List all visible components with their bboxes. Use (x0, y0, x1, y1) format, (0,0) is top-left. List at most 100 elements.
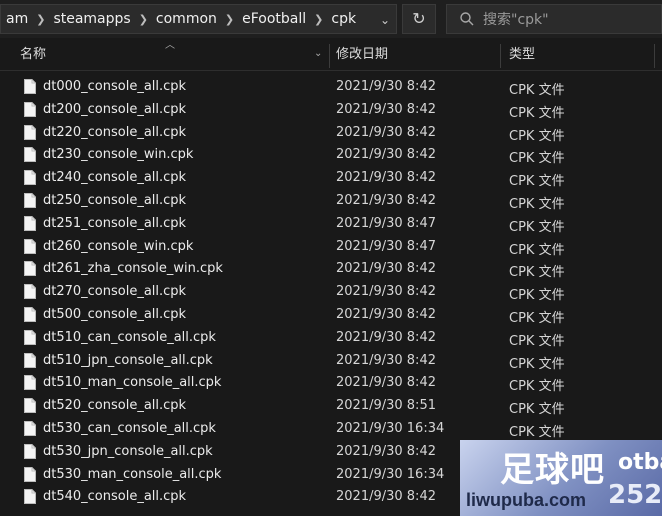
file-row[interactable]: dt260_console_win.cpk 2021/9/30 8:47 CPK… (0, 236, 662, 259)
file-date: 2021/9/30 8:42 (336, 375, 436, 391)
chevron-right-icon[interactable]: ❯ (136, 13, 151, 26)
file-row[interactable]: dt510_man_console_all.cpk 2021/9/30 8:42… (0, 372, 662, 395)
file-date: 2021/9/30 8:42 (336, 170, 436, 186)
file-icon (24, 489, 36, 505)
file-icon (24, 192, 36, 208)
file-date: 2021/9/30 16:34 (336, 466, 445, 482)
refresh-icon[interactable]: ↻ (402, 4, 436, 34)
file-icon (24, 443, 36, 459)
explorer-toolbar: am ❯ steamapps ❯ common ❯ eFootball ❯ cp… (0, 0, 662, 38)
file-name: dt240_console_all.cpk (43, 170, 187, 186)
file-date: 2021/9/30 8:42 (336, 147, 436, 163)
file-date: 2021/9/30 8:42 (336, 192, 436, 208)
breadcrumb-item-root[interactable]: am (1, 11, 33, 27)
file-name: dt510_jpn_console_all.cpk (43, 352, 213, 368)
file-type: CPK 文件 (509, 83, 565, 98)
column-divider[interactable] (654, 44, 655, 68)
file-icon (24, 352, 36, 368)
file-type: CPK 文件 (509, 379, 565, 395)
file-type: CPK 文件 (509, 174, 565, 190)
file-date: 2021/9/30 8:47 (336, 215, 436, 231)
file-type: CPK 文件 (509, 424, 565, 440)
file-icon (24, 466, 36, 482)
file-icon (24, 306, 36, 322)
file-name: dt530_jpn_console_all.cpk (43, 443, 213, 459)
file-name: dt250_console_all.cpk (43, 192, 187, 208)
file-row[interactable]: dt240_console_all.cpk 2021/9/30 8:42 CPK… (0, 167, 662, 190)
file-row[interactable]: dt200_console_all.cpk 2021/9/30 8:42 CPK… (0, 99, 662, 122)
column-divider[interactable] (500, 44, 501, 68)
search-box[interactable]: 搜索"cpk" (446, 4, 662, 34)
file-row[interactable]: dt520_console_all.cpk 2021/9/30 8:51 CPK… (0, 395, 662, 418)
file-icon (24, 79, 36, 94)
column-divider[interactable] (329, 44, 330, 68)
file-name: dt261_zha_console_win.cpk (43, 261, 223, 277)
column-header-type[interactable]: 类型 (509, 40, 629, 70)
file-type: CPK 文件 (509, 402, 565, 418)
file-type: CPK 文件 (509, 288, 565, 304)
file-type: CPK 文件 (509, 265, 565, 281)
file-type: CPK 文件 (509, 356, 565, 372)
file-row[interactable]: dt251_console_all.cpk 2021/9/30 8:47 CPK… (0, 213, 662, 236)
file-icon (24, 215, 36, 231)
file-name: dt230_console_win.cpk (43, 147, 194, 163)
file-icon (24, 420, 36, 436)
file-date: 2021/9/30 8:42 (336, 329, 436, 345)
file-row[interactable]: dt230_console_win.cpk 2021/9/30 8:42 CPK… (0, 144, 662, 167)
file-name: dt500_console_all.cpk (43, 306, 187, 322)
file-icon (24, 170, 36, 186)
breadcrumb-item-cpk[interactable]: cpk (326, 11, 361, 27)
file-date: 2021/9/30 8:47 (336, 238, 436, 254)
file-type: CPK 文件 (509, 196, 565, 212)
file-date: 2021/9/30 8:42 (336, 284, 436, 300)
file-type: CPK 文件 (509, 128, 565, 144)
file-date: 2021/9/30 8:42 (336, 306, 436, 322)
column-header-name[interactable]: 名称 (0, 40, 312, 70)
file-date: 2021/9/30 8:42 (336, 79, 436, 94)
watermark-number: 2520 (608, 480, 662, 510)
file-date: 2021/9/30 8:42 (336, 124, 436, 140)
breadcrumb-item-efootball[interactable]: eFootball (237, 11, 311, 27)
file-date: 2021/9/30 8:42 (336, 443, 436, 459)
file-name: dt220_console_all.cpk (43, 124, 187, 140)
file-date: 2021/9/30 8:42 (336, 101, 436, 117)
file-name: dt530_can_console_all.cpk (43, 420, 216, 436)
file-row[interactable]: dt530_can_console_all.cpk 2021/9/30 16:3… (0, 418, 662, 441)
file-type: CPK 文件 (509, 151, 565, 167)
address-bar[interactable]: am ❯ steamapps ❯ common ❯ eFootball ❯ cp… (0, 4, 397, 34)
file-name: dt530_man_console_all.cpk (43, 466, 222, 482)
watermark-title: 足球吧 (500, 450, 605, 490)
file-icon (24, 124, 36, 140)
search-input[interactable]: 搜索"cpk" (483, 9, 549, 29)
file-row[interactable]: dt510_jpn_console_all.cpk 2021/9/30 8:42… (0, 350, 662, 373)
chevron-right-icon[interactable]: ❯ (222, 13, 237, 26)
file-type: CPK 文件 (509, 333, 565, 349)
file-icon (24, 147, 36, 163)
file-date: 2021/9/30 8:42 (336, 261, 436, 277)
file-type: CPK 文件 (509, 219, 565, 235)
file-date: 2021/9/30 16:34 (336, 420, 445, 436)
file-row[interactable]: dt220_console_all.cpk 2021/9/30 8:42 CPK… (0, 122, 662, 145)
breadcrumb-item-steamapps[interactable]: steamapps (48, 11, 135, 27)
chevron-down-icon[interactable]: ⌄ (314, 48, 322, 59)
chevron-right-icon[interactable]: ❯ (33, 13, 48, 26)
file-name: dt510_can_console_all.cpk (43, 329, 216, 345)
file-date: 2021/9/30 8:51 (336, 398, 436, 414)
watermark-extra: otba (618, 450, 662, 475)
file-row[interactable]: dt250_console_all.cpk 2021/9/30 8:42 CPK… (0, 190, 662, 213)
file-icon (24, 398, 36, 414)
file-type: CPK 文件 (509, 242, 565, 258)
column-header-date[interactable]: 修改日期 (336, 40, 496, 70)
file-row[interactable]: dt261_zha_console_win.cpk 2021/9/30 8:42… (0, 258, 662, 281)
chevron-right-icon[interactable]: ❯ (311, 13, 326, 26)
chevron-down-icon[interactable]: ⌄ (375, 10, 395, 30)
breadcrumb-item-common[interactable]: common (151, 11, 222, 27)
file-type: CPK 文件 (509, 310, 565, 326)
file-name: dt251_console_all.cpk (43, 215, 187, 231)
file-row[interactable]: dt000_console_all.cpk 2021/9/30 8:42 CPK… (0, 76, 662, 99)
file-row[interactable]: dt500_console_all.cpk 2021/9/30 8:42 CPK… (0, 304, 662, 327)
file-date: 2021/9/30 8:42 (336, 352, 436, 368)
file-row[interactable]: dt510_can_console_all.cpk 2021/9/30 8:42… (0, 327, 662, 350)
file-row[interactable]: dt270_console_all.cpk 2021/9/30 8:42 CPK… (0, 281, 662, 304)
file-icon (24, 375, 36, 391)
